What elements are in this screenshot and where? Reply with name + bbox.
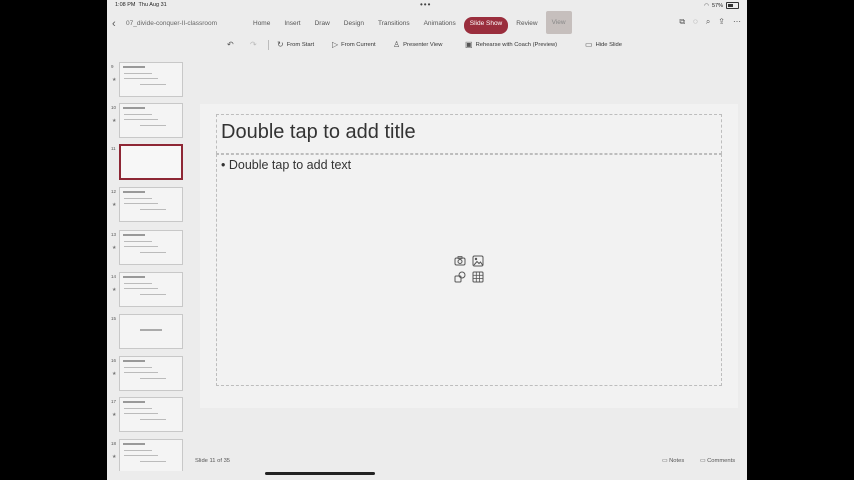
animation-star-icon: ★ xyxy=(112,202,117,208)
tab-draw[interactable]: Draw xyxy=(309,17,336,34)
status-right: ◠ 57% xyxy=(704,2,739,9)
thumbnail-row[interactable]: 12 ★ xyxy=(111,185,185,223)
replay-icon: ↻ xyxy=(277,40,284,49)
tab-design[interactable]: Design xyxy=(338,17,370,34)
slideshow-toolbar: ↶ ↷ ↻ From Start ▷ From Current ♙ Presenter… xyxy=(107,36,747,54)
battery-percent: 57% xyxy=(711,2,723,9)
thumbnail-row[interactable]: 16 ★ xyxy=(111,354,185,392)
status-footer: Slide 11 of 35 ▭ Notes ▭ Comments xyxy=(107,455,747,470)
lightbulb-icon[interactable]: ◌ xyxy=(693,17,698,27)
slide-number: 13 xyxy=(111,232,117,237)
from-start-button[interactable]: ↻ From Start xyxy=(277,40,314,49)
thumbnail-row-selected[interactable]: 11 xyxy=(111,142,185,180)
hide-slide-icon: ▭ xyxy=(585,40,593,49)
multitask-dots[interactable]: ••• xyxy=(420,0,431,9)
animation-star-icon: ★ xyxy=(112,412,117,418)
slide-number: 9 xyxy=(111,64,114,69)
slide-number: 18 xyxy=(111,441,117,446)
animation-star-icon: ★ xyxy=(112,118,117,124)
redo-button[interactable]: ↷ xyxy=(250,40,257,49)
coach-icon: ▣ xyxy=(465,40,473,49)
slide-number: 14 xyxy=(111,274,117,279)
notes-button[interactable]: ▭ Notes xyxy=(662,458,684,464)
slide-thumbnail[interactable] xyxy=(119,356,183,391)
undo-button[interactable]: ↶ xyxy=(227,40,234,49)
slide-thumbnail[interactable] xyxy=(119,62,183,97)
slide-thumbnail[interactable] xyxy=(119,103,183,138)
comments-button[interactable]: ▭ Comments xyxy=(700,458,735,464)
ribbon-tabs: Home Insert Draw Design Transitions Anim… xyxy=(247,11,574,34)
thumbnail-row[interactable]: 17 ★ xyxy=(111,395,185,433)
rehearse-button[interactable]: ▣ Rehearse with Coach (Preview) xyxy=(465,40,557,49)
play-icon: ▷ xyxy=(332,40,339,49)
slide-number: 10 xyxy=(111,105,117,110)
thumbnail-row[interactable]: 10 ★ xyxy=(111,101,185,139)
battery-icon xyxy=(726,2,739,9)
content-placeholder[interactable]: • Double tap to add text xyxy=(216,154,722,386)
title-placeholder[interactable]: Double tap to add title xyxy=(216,114,722,154)
table-icon[interactable] xyxy=(471,270,485,284)
presenter-view-button[interactable]: ♙ Presenter View xyxy=(393,40,442,49)
slide-thumbnails-pane: 9 ★ 10 ★ 11 12 ★ 13 ★ 14 ★ 15 16 ★ 17 ★ … xyxy=(107,58,185,471)
slide-thumbnail-selected[interactable] xyxy=(119,144,183,180)
thumbnail-row[interactable]: 9 ★ xyxy=(111,60,185,98)
title-placeholder-text: Double tap to add title xyxy=(221,121,416,143)
slide-editor: Double tap to add title • Double tap to … xyxy=(187,58,747,458)
animation-star-icon: ★ xyxy=(112,287,117,293)
shapes-icon[interactable] xyxy=(453,270,467,284)
hide-slide-button[interactable]: ▭ Hide Slide xyxy=(585,40,622,49)
slide-thumbnail[interactable] xyxy=(119,187,183,222)
slide-counter: Slide 11 of 35 xyxy=(195,458,231,464)
slide-number: 11 xyxy=(111,146,116,151)
tab-transitions[interactable]: Transitions xyxy=(372,17,416,34)
more-icon[interactable]: ⋯ xyxy=(733,17,741,27)
picture-icon[interactable] xyxy=(471,254,485,268)
tab-slide-show[interactable]: Slide Show xyxy=(463,17,509,34)
app-screen: 1:08 PM Thu Aug 31 ••• ◠ 57% ‹ 07_divide… xyxy=(107,0,747,480)
tab-animations[interactable]: Animations xyxy=(418,17,462,34)
tab-view[interactable]: View xyxy=(545,11,572,34)
tab-insert[interactable]: Insert xyxy=(278,17,306,34)
animation-star-icon: ★ xyxy=(112,371,117,377)
insert-content-icons xyxy=(453,254,487,284)
slide-number: 12 xyxy=(111,189,117,194)
animation-star-icon: ★ xyxy=(112,245,117,251)
thumbnail-row[interactable]: 13 ★ xyxy=(111,228,185,266)
slide-number: 15 xyxy=(111,316,117,321)
wifi-icon: ◠ xyxy=(704,2,709,9)
thumbnail-row[interactable]: 14 ★ xyxy=(111,270,185,308)
slide-thumbnail[interactable] xyxy=(119,314,183,349)
tab-home[interactable]: Home xyxy=(247,17,276,34)
from-current-button[interactable]: ▷ From Current xyxy=(332,40,376,49)
slide-number: 17 xyxy=(111,399,117,404)
status-bar: 1:08 PM Thu Aug 31 ••• ◠ 57% xyxy=(107,0,747,10)
presenter-icon: ♙ xyxy=(393,40,401,49)
top-right-tools: ⧉ ◌ ⌕ ⇪ ⋯ xyxy=(679,17,741,27)
thumbnail-row[interactable]: 15 xyxy=(111,312,185,350)
status-time: 1:08 PM Thu Aug 31 xyxy=(115,2,167,8)
camera-icon[interactable] xyxy=(453,254,467,268)
tab-review[interactable]: Review xyxy=(510,17,543,34)
animation-star-icon: ★ xyxy=(112,77,117,83)
document-title[interactable]: 07_divide-conquer-II-classroom xyxy=(126,20,217,27)
search-icon[interactable]: ⌕ xyxy=(706,17,710,27)
home-indicator[interactable] xyxy=(265,472,375,475)
share-screen-icon[interactable]: ⧉ xyxy=(679,17,685,27)
undo-icon: ↶ xyxy=(227,40,234,49)
redo-icon: ↷ xyxy=(250,40,257,49)
share-icon[interactable]: ⇪ xyxy=(718,17,725,27)
content-placeholder-text: • Double tap to add text xyxy=(221,158,352,172)
divider xyxy=(268,40,269,50)
ribbon-tabs-bar: ‹ 07_divide-conquer-II-classroom Home In… xyxy=(107,11,747,36)
slide-number: 16 xyxy=(111,358,117,363)
current-slide[interactable]: Double tap to add title • Double tap to … xyxy=(200,104,738,408)
slide-thumbnail[interactable] xyxy=(119,272,183,307)
back-chevron-icon[interactable]: ‹ xyxy=(112,18,116,30)
slide-thumbnail[interactable] xyxy=(119,397,183,432)
slide-thumbnail[interactable] xyxy=(119,230,183,265)
